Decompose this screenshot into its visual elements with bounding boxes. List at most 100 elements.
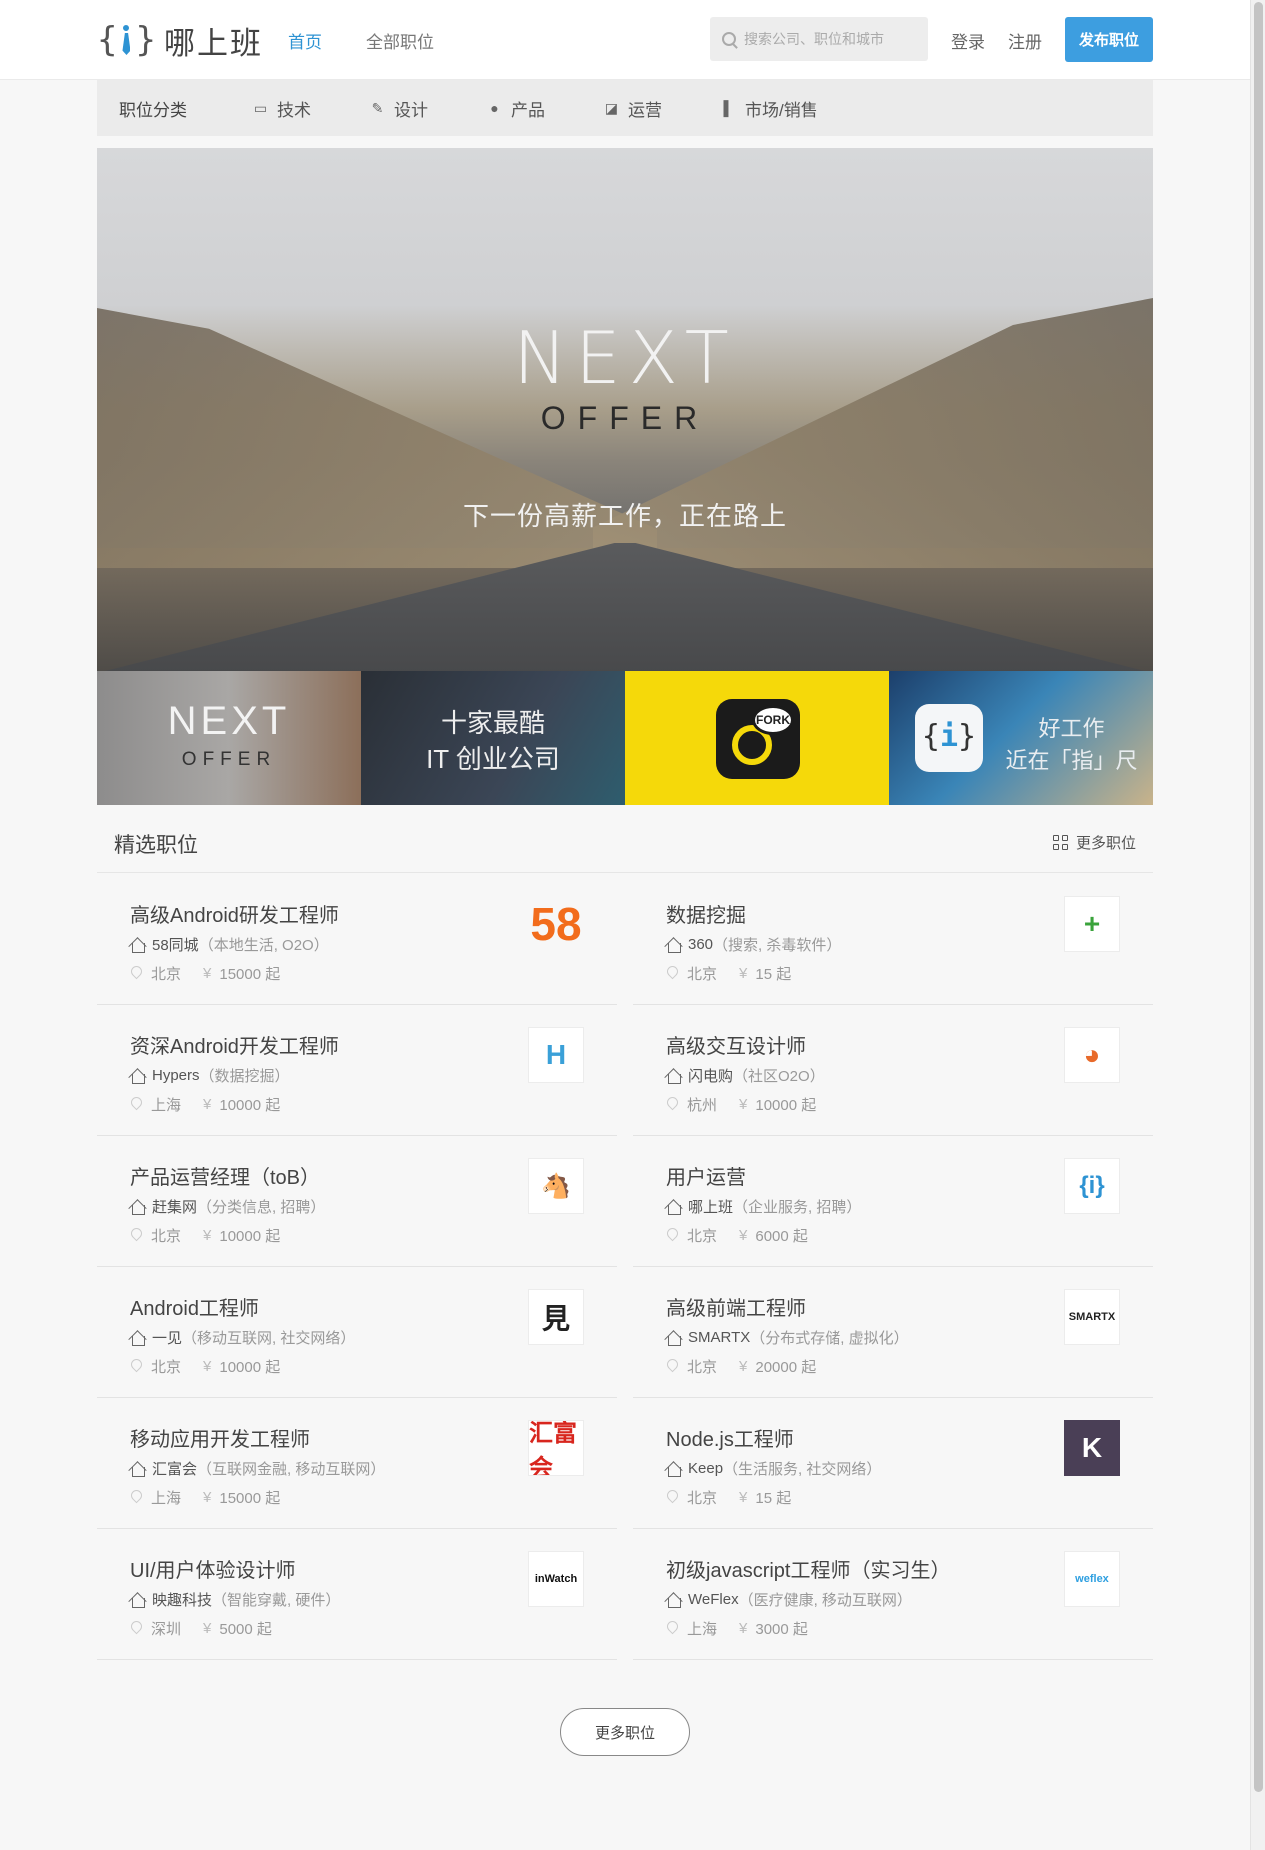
job-card[interactable]: 数据挖掘 360 （搜索, 杀毒软件） 北京 ¥15 起 + [633, 874, 1153, 1005]
job-card[interactable]: 高级Android研发工程师 58同城 （本地生活, O2O） 北京 ¥15000 起 5… [97, 874, 617, 1005]
location-pin-icon [666, 1228, 678, 1243]
company-logo[interactable]: weflex [1064, 1551, 1120, 1607]
company-tags: （医疗健康, 移动互联网） [738, 1592, 912, 1609]
job-card[interactable]: 资深Android开发工程师 Hypers （数据挖掘） 上海 ¥10000 起 H [97, 1005, 617, 1136]
company-name[interactable]: 闪电购 [688, 1065, 733, 1086]
bar-chart-icon: ▌ [723, 99, 734, 116]
tile-goodjob-line1: 好工作 [1038, 716, 1105, 741]
nav-all-jobs[interactable]: 全部职位 [366, 28, 434, 53]
company-logo[interactable]: + [1064, 896, 1120, 952]
company-logo[interactable]: K [1064, 1420, 1120, 1476]
job-card[interactable]: 产品运营经理（toB） 赶集网 （分类信息, 招聘） 北京 ¥10000 起 🐴 [97, 1136, 617, 1267]
company-name[interactable]: 哪上班 [688, 1196, 733, 1217]
home-icon [666, 937, 682, 953]
company-logo[interactable]: 58 [528, 896, 584, 952]
company-logo[interactable]: 見 [528, 1289, 584, 1345]
bulb-icon: ● [490, 99, 499, 116]
yen-icon: ¥ [203, 1096, 212, 1113]
company-logo[interactable]: {i} [1064, 1158, 1120, 1214]
company-name[interactable]: 映趣科技 [152, 1589, 212, 1610]
tile-next-offer[interactable]: NEXT OFFER [97, 671, 361, 805]
job-city: 北京 [151, 1228, 182, 1245]
company-logo[interactable]: SMARTX [1064, 1289, 1120, 1345]
company-tags: （搜索, 杀毒软件） [713, 937, 842, 954]
job-title[interactable]: Node.js工程师 [666, 1423, 794, 1452]
company-name[interactable]: 360 [688, 936, 713, 953]
location-pin-icon [666, 1490, 678, 1505]
category-tech-label: 技术 [277, 100, 311, 120]
job-title[interactable]: 高级Android研发工程师 [130, 899, 339, 928]
login-link[interactable]: 登录 [951, 28, 985, 53]
tile-fork[interactable]: FORK [625, 671, 889, 805]
category-product[interactable]: ● 产品 [486, 96, 545, 121]
company-logo[interactable]: 汇富会 [528, 1420, 584, 1476]
job-title[interactable]: 移动应用开发工程师 [130, 1423, 310, 1452]
search-box[interactable] [710, 17, 928, 61]
category-marketing[interactable]: ▌ 市场/销售 [720, 96, 818, 121]
home-icon [130, 937, 146, 953]
category-design-label: 设计 [394, 100, 428, 120]
job-card[interactable]: Android工程师 一见 （移动互联网, 社交网络） 北京 ¥10000 起見 [97, 1267, 617, 1398]
category-design[interactable]: ✎ 设计 [369, 96, 428, 121]
search-input[interactable] [744, 31, 914, 47]
nav-home[interactable]: 首页 [288, 28, 322, 53]
scrollbar-thumb[interactable] [1254, 2, 1263, 1792]
job-card[interactable]: 高级交互设计师 闪电购 （社区O2O） 杭州 ¥10000 起 ◕ [633, 1005, 1153, 1136]
company-name[interactable]: Keep [688, 1460, 723, 1477]
job-title[interactable]: Android工程师 [130, 1292, 259, 1321]
company-name[interactable]: 赶集网 [152, 1196, 197, 1217]
more-jobs-button[interactable]: 更多职位 [560, 1708, 690, 1756]
terminal-icon: ▭ [253, 99, 268, 116]
tile-cool-startups[interactable]: 十家最酷 IT 创业公司 [361, 671, 625, 805]
job-city: 上海 [151, 1490, 182, 1507]
featured-title: 精选职位 [114, 834, 198, 857]
company-name[interactable]: 汇富会 [152, 1458, 197, 1479]
job-title[interactable]: 初级javascript工程师（实习生） [666, 1554, 950, 1583]
scrollbar[interactable] [1250, 0, 1265, 1850]
job-title[interactable]: 产品运营经理（toB） [130, 1161, 320, 1190]
location-pin-icon [130, 1228, 142, 1243]
job-title[interactable]: UI/用户体验设计师 [130, 1554, 296, 1583]
company-name[interactable]: 一见 [152, 1327, 182, 1348]
job-salary: 10000 起 [755, 1097, 817, 1114]
logo-text: 哪上班 [163, 25, 263, 62]
company-name[interactable]: WeFlex [688, 1591, 739, 1608]
job-salary: 15000 起 [219, 966, 281, 983]
company-name[interactable]: Hypers [152, 1067, 200, 1084]
post-job-button[interactable]: 发布职位 [1065, 17, 1153, 62]
job-meta: 北京 ¥15000 起 [130, 963, 280, 984]
job-salary: 10000 起 [219, 1228, 281, 1245]
tie-icon [120, 25, 132, 55]
job-salary: 3000 起 [755, 1621, 808, 1638]
category-tech[interactable]: ▭ 技术 [252, 96, 311, 121]
job-title[interactable]: 数据挖掘 [666, 899, 746, 928]
location-pin-icon [130, 1490, 142, 1505]
company-name[interactable]: SMARTX [688, 1329, 750, 1346]
page: { } 哪上班 首页 全部职位 登录 注册 发布职位 职位分类 ▭ 技术 ✎ 设… [0, 0, 1250, 1850]
company-logo[interactable]: ◕ [1064, 1027, 1120, 1083]
job-title[interactable]: 高级前端工程师 [666, 1292, 806, 1321]
job-title[interactable]: 资深Android开发工程师 [130, 1030, 339, 1059]
tile-good-job[interactable]: {i} 好工作 近在「指」尺 [889, 671, 1153, 805]
category-operation[interactable]: ◪ 运营 [603, 96, 662, 121]
hero-banner[interactable]: NEXT OFFER 下一份高薪工作，正在路上 [97, 148, 1153, 671]
company-name[interactable]: 58同城 [152, 934, 199, 955]
company-logo[interactable]: inWatch [528, 1551, 584, 1607]
logo[interactable]: { } 哪上班 [97, 20, 263, 62]
featured-more-link[interactable]: 更多职位 [1052, 832, 1136, 853]
company-logo[interactable]: H [528, 1027, 584, 1083]
job-title[interactable]: 用户运营 [666, 1161, 746, 1190]
job-card[interactable]: Node.js工程师 Keep （生活服务, 社交网络） 北京 ¥15 起 K [633, 1398, 1153, 1529]
job-company: 赶集网 （分类信息, 招聘） [130, 1196, 325, 1217]
job-meta: 北京 ¥6000 起 [666, 1225, 808, 1246]
company-logo[interactable]: 🐴 [528, 1158, 584, 1214]
job-card[interactable]: 移动应用开发工程师 汇富会 （互联网金融, 移动互联网） 上海 ¥15000 起汇富会 [97, 1398, 617, 1529]
featured-jobs: 精选职位 更多职位 高级Android研发工程师 58同城 （本地生活, O2O） 北… [97, 805, 1153, 1690]
job-card[interactable]: 初级javascript工程师（实习生） WeFlex （医疗健康, 移动互联网） 上… [633, 1529, 1153, 1660]
job-card[interactable]: 高级前端工程师 SMARTX （分布式存储, 虚拟化） 北京 ¥20000 起 SMART… [633, 1267, 1153, 1398]
register-link[interactable]: 注册 [1008, 28, 1042, 53]
job-card[interactable]: 用户运营 哪上班 （企业服务, 招聘） 北京 ¥6000 起 {i} [633, 1136, 1153, 1267]
yen-icon: ¥ [739, 965, 748, 982]
job-card[interactable]: UI/用户体验设计师 映趣科技 （智能穿戴, 硬件） 深圳 ¥5000 起 inWatch [97, 1529, 617, 1660]
job-title[interactable]: 高级交互设计师 [666, 1030, 806, 1059]
